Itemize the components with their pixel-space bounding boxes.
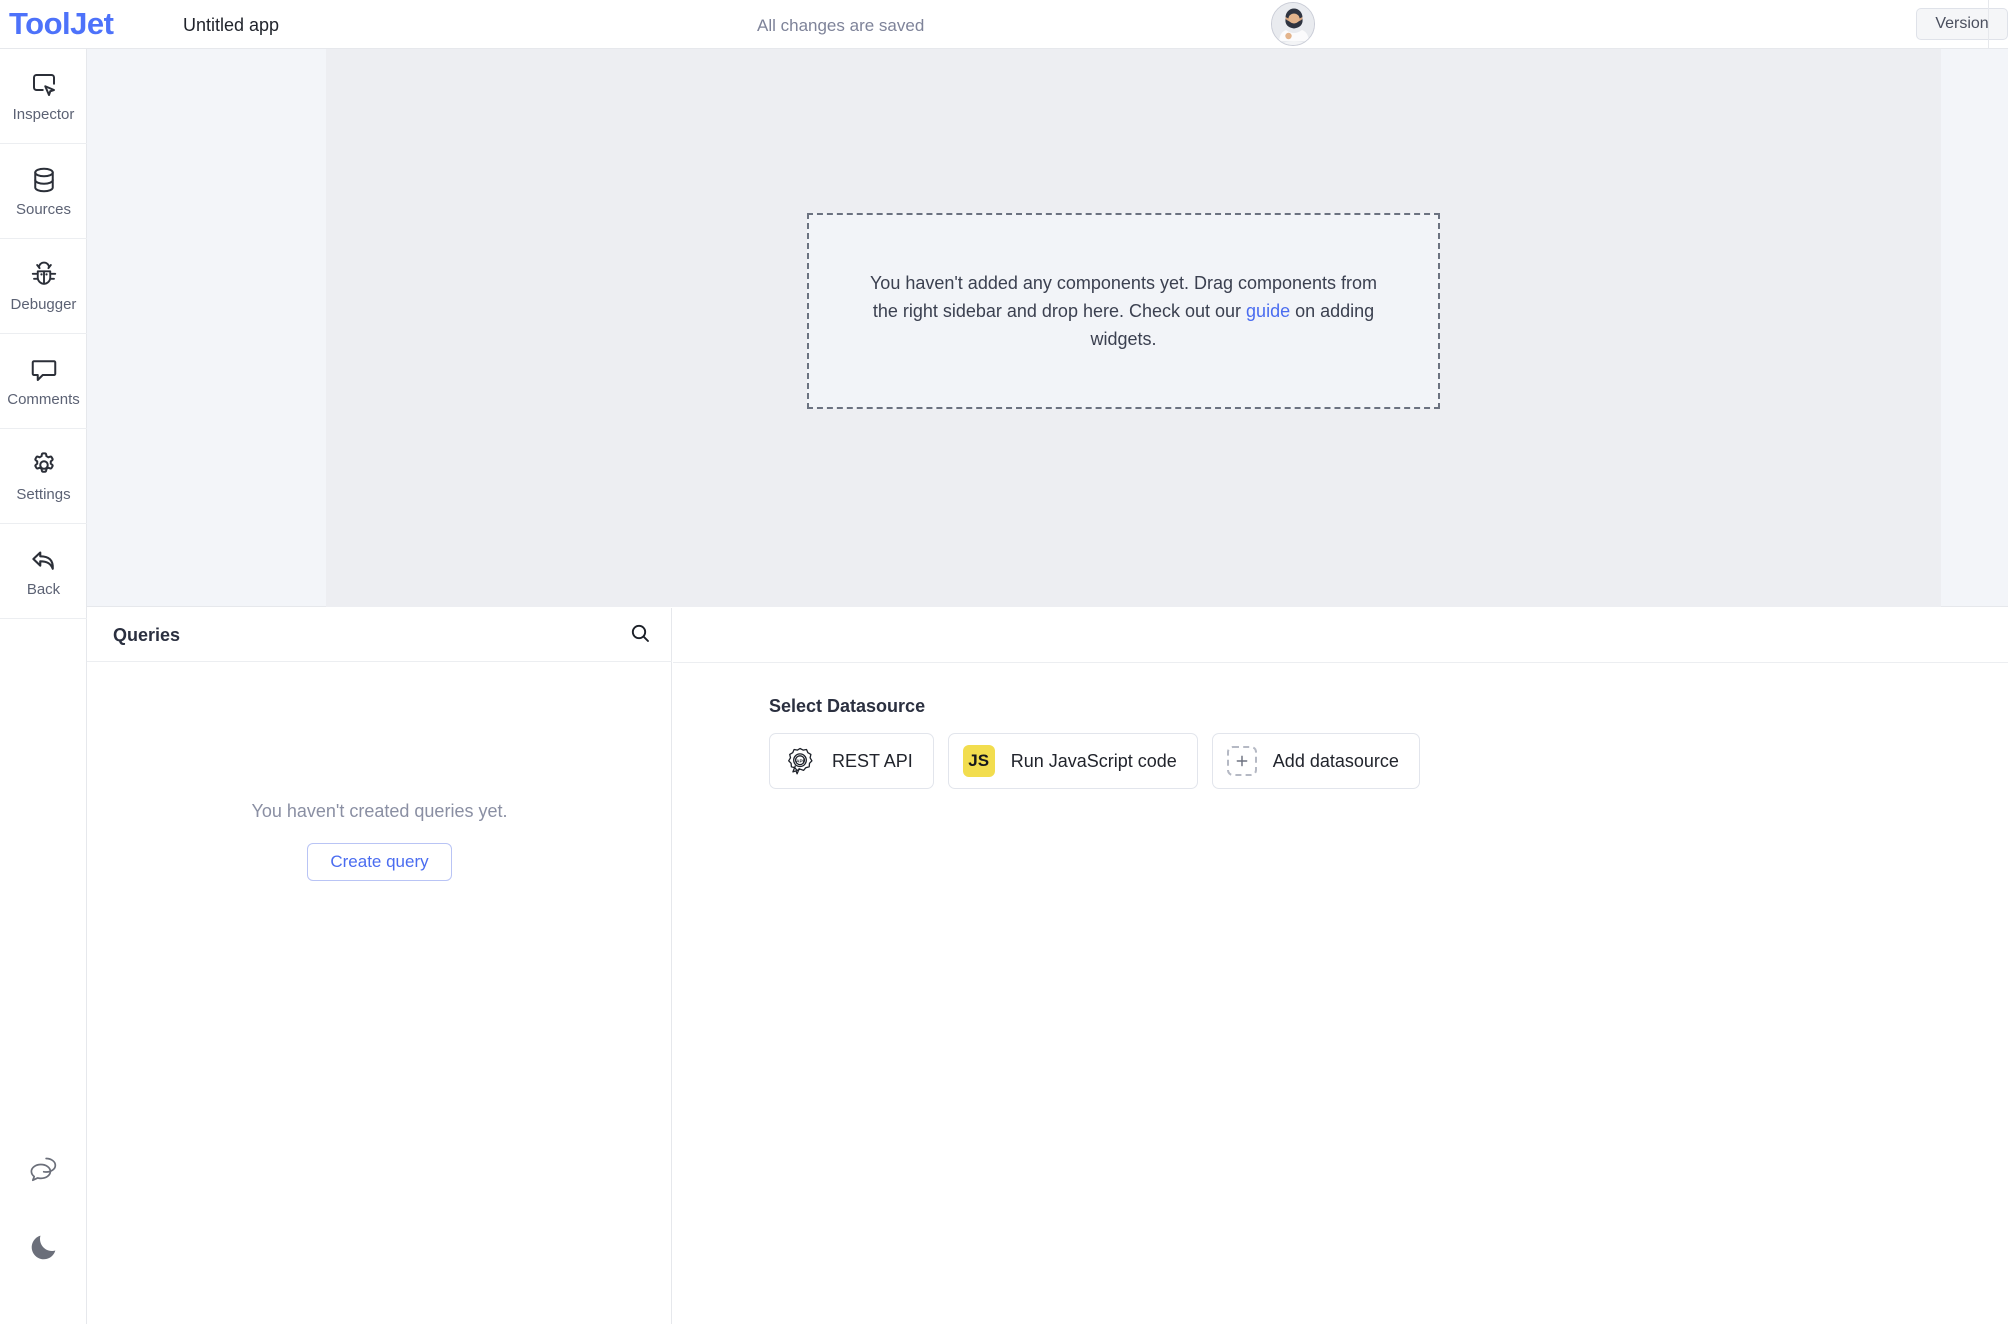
sidebar-bottom-group: [0, 1154, 87, 1324]
sidebar-item-back[interactable]: Back: [0, 524, 87, 619]
datasource-card-rest-api[interactable]: API REST API: [769, 733, 934, 789]
guide-link[interactable]: guide: [1246, 301, 1290, 321]
datasource-card-label: Add datasource: [1272, 751, 1399, 771]
datasource-card-label: REST API: [832, 751, 913, 771]
inspector-icon: [29, 70, 59, 100]
avatar-image: [1272, 3, 1314, 45]
add-datasource-icon: [1226, 746, 1257, 776]
select-datasource-title: Select Datasource: [769, 696, 926, 716]
component-drop-zone[interactable]: You haven't added any components yet. Dr…: [807, 213, 1440, 409]
sidebar-item-label: Comments: [7, 390, 80, 408]
queries-empty-message: You haven't created queries yet.: [251, 801, 508, 821]
tooljet-logo[interactable]: ToolJet: [9, 7, 114, 41]
sidebar-item-inspector[interactable]: Inspector: [0, 49, 87, 144]
sidebar-item-sources[interactable]: Sources: [0, 144, 87, 239]
version-button[interactable]: Version: [1916, 8, 2008, 40]
header-divider: [1988, 0, 1989, 49]
sidebar-item-label: Settings: [16, 485, 71, 503]
bottom-panel: Queries You haven't created queries yet.…: [87, 608, 2008, 1324]
rest-api-icon: API: [784, 745, 816, 777]
datasource-card-label: Run JavaScript code: [1010, 751, 1177, 771]
datasource-header-divider: [673, 662, 2008, 663]
svg-text:API: API: [796, 758, 804, 763]
tooljet-app-builder: ToolJet Untitled app All changes are sav…: [0, 0, 2008, 1324]
bug-icon: [29, 260, 59, 290]
sidebar-item-label: Debugger: [10, 295, 77, 313]
search-queries-button[interactable]: [624, 619, 656, 651]
canvas-area: You haven't added any components yet. Dr…: [87, 49, 2008, 607]
database-icon: [29, 165, 59, 195]
queries-title: Queries: [113, 625, 181, 645]
sidebar-item-label: Back: [26, 580, 61, 598]
gear-icon: [29, 450, 59, 480]
moon-icon[interactable]: [27, 1230, 61, 1264]
user-avatar[interactable]: [1271, 2, 1315, 46]
create-query-button[interactable]: Create query: [307, 843, 452, 881]
comment-icon: [29, 355, 59, 385]
datasource-card-run-javascript[interactable]: JS Run JavaScript code: [947, 733, 1198, 789]
queries-empty-state: You haven't created queries yet. Create …: [87, 662, 672, 881]
app-canvas[interactable]: You haven't added any components yet. Dr…: [326, 49, 1941, 607]
back-arrow-icon: [29, 545, 59, 575]
js-icon: JS: [962, 745, 995, 777]
app-title[interactable]: Untitled app: [183, 14, 279, 36]
datasource-card-list: API REST API JS Run JavaScript code Add …: [769, 733, 1420, 789]
sidebar-item-label: Inspector: [12, 105, 75, 123]
sidebar-item-settings[interactable]: Settings: [0, 429, 87, 524]
left-sidebar: Inspector Sources Debugger Comments Sett…: [0, 49, 87, 1324]
datasource-pane: Select Datasource API REST API JS Run Ja…: [673, 608, 2008, 1324]
save-status-text: All changes are saved: [757, 16, 925, 35]
sidebar-item-debugger[interactable]: Debugger: [0, 239, 87, 334]
queries-header: Queries: [87, 608, 705, 662]
sidebar-item-label: Sources: [15, 200, 72, 218]
sidebar-item-comments[interactable]: Comments: [0, 334, 87, 429]
datasource-card-add-datasource[interactable]: Add datasource: [1211, 733, 1420, 789]
chat-bubbles-icon[interactable]: [27, 1154, 61, 1188]
queries-pane: Queries You haven't created queries yet.…: [87, 608, 705, 1324]
search-icon: [628, 621, 652, 650]
canvas-empty-message: You haven't added any components yet. Dr…: [864, 269, 1384, 353]
top-header: ToolJet Untitled app All changes are sav…: [0, 0, 2008, 49]
